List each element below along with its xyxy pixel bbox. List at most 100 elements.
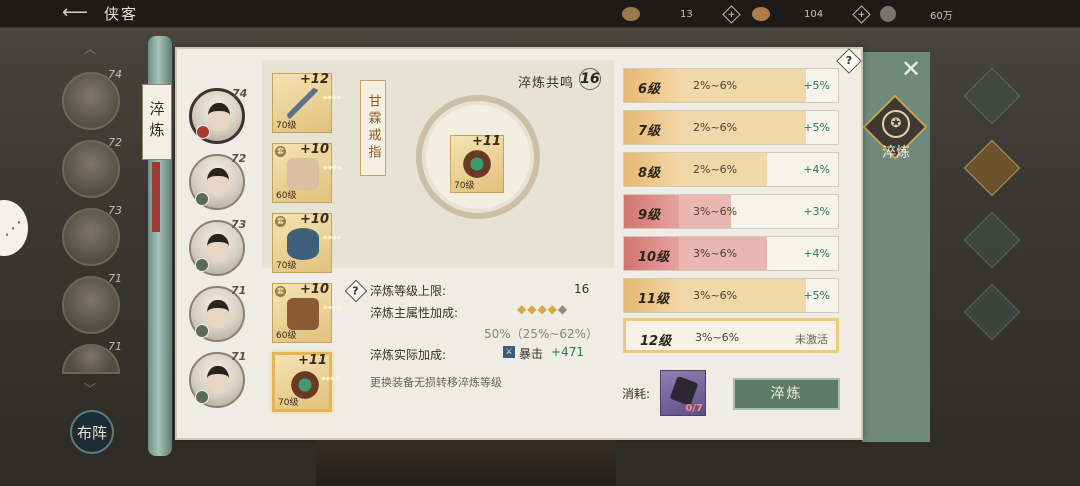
level-bonus: +4% [803, 163, 830, 176]
hero-badge [195, 324, 209, 338]
forge-button[interactable]: 淬炼 [733, 378, 840, 410]
equipment-slot-weapon[interactable]: +12 ◆◆◆◆ 70级 [272, 72, 341, 133]
equipment-slot-belt[interactable]: 套 +10 ◆◆◆◆ 70级 [272, 212, 341, 273]
top-bar: ⟵ 侠客 13 + 104 + 60万 [0, 0, 1080, 28]
roster-hero[interactable]: 74 [62, 68, 122, 130]
level-bonus: 未激活 [795, 333, 828, 346]
level-range: 3%~6% [693, 205, 738, 218]
cost-label: 消耗: [622, 387, 651, 401]
leaf-icon [622, 7, 640, 21]
hero-avatar[interactable]: 71 [189, 350, 246, 408]
hero-avatar[interactable]: 72 [189, 152, 246, 210]
level-range: 2%~6% [693, 163, 738, 176]
background-character [316, 440, 616, 486]
level-name: 6级 [638, 82, 661, 97]
crit-icon: ⚔ [503, 346, 515, 358]
ore-icon [669, 375, 699, 407]
roster-hero[interactable]: 73 [62, 204, 122, 266]
level-bonus: +3% [803, 205, 830, 218]
add-hat-button[interactable]: + [852, 4, 871, 24]
add-leaf-button[interactable]: + [722, 4, 741, 24]
level-name: 12级 [640, 334, 672, 349]
roster-hero[interactable]: 71 [62, 340, 122, 374]
chevron-down-icon[interactable]: ﹀ [84, 380, 96, 397]
level-name: 11级 [638, 292, 670, 307]
level-range: 3%~6% [695, 331, 740, 344]
max-level-value: 16 [574, 282, 590, 296]
item-name: 甘霖戒指 [360, 80, 386, 176]
belt-icon [287, 228, 319, 260]
hero-roster: ︿ 74 72 73 71 71 ﹀ [58, 40, 128, 440]
level-range: 3%~6% [693, 247, 738, 260]
right-tab-column [960, 67, 1021, 390]
roster-hero[interactable]: 72 [62, 136, 122, 198]
forge-level-row: 8级 2%~6% +4% [623, 152, 839, 187]
hero-face [207, 168, 229, 196]
quality-stars: ◆◆◆◆ [323, 164, 341, 171]
level-name: 10级 [638, 250, 670, 265]
hero-avatar[interactable]: 74 [189, 87, 247, 144]
max-level-label: 淬炼等级上限: [370, 284, 447, 298]
main-bonus-label: 淬炼主属性加成: [370, 306, 459, 320]
main-bonus-value: 50%（25%~62%） [484, 327, 599, 341]
forge-level-row: 12级 3%~6% 未激活 [623, 318, 839, 353]
roster-hero[interactable]: 71 [62, 272, 122, 334]
selected-item: +11 70级 [450, 134, 504, 193]
crit-label: 暴击 [519, 347, 544, 361]
equipment-slot-armor[interactable]: 套 +10 ◆◆◆◆ 60级 [272, 142, 341, 203]
quality-stars: ◆◆◆◆ [323, 94, 341, 101]
level-range: 3%~6% [693, 289, 738, 302]
crit-value: +471 [551, 345, 584, 359]
quality-stars: ◆◆◆◆ [323, 234, 341, 241]
hero-badge [195, 192, 209, 206]
chevron-up-icon[interactable]: ︿ [84, 40, 96, 57]
hero-badge [195, 390, 209, 404]
tab-equipment[interactable] [963, 139, 1021, 197]
forge-level-row: 7级 2%~6% +5% [623, 110, 839, 145]
equipment-slot-boots[interactable]: 套 +10 ◆◆◆◆ 60级 [272, 282, 341, 343]
forge-material[interactable]: 0/7 [660, 370, 706, 416]
resource-hat: 104 + [752, 4, 871, 24]
transfer-note: 更换装备无损转移淬炼等级 [370, 376, 502, 389]
hero-face [207, 234, 229, 262]
hero-avatar[interactable]: 71 [189, 284, 246, 342]
forge-level-row: 11级 3%~6% +5% [623, 278, 839, 313]
resource-coin: 60万 [880, 5, 953, 23]
equipment-slot-ring[interactable]: +11 ◆◆◆◆ 70级 [272, 352, 340, 412]
hero-badge [195, 258, 209, 272]
forge-level-row: 9级 3%~6% +3% [623, 194, 839, 229]
back-arrow-icon[interactable]: ⟵ [62, 3, 94, 23]
quality-stars: ◆◆◆◆ [321, 375, 340, 382]
level-name: 9级 [638, 208, 661, 223]
level-name: 8级 [638, 166, 661, 181]
assistant-icon: ⋰ [4, 218, 22, 239]
resonance-value[interactable]: 16 [579, 68, 601, 90]
level-bonus: +5% [803, 289, 830, 302]
level-name: 7级 [638, 124, 661, 139]
forge-level-row: 10级 3%~6% +4% [623, 236, 839, 271]
level-bonus: +4% [803, 247, 830, 260]
actual-bonus-label: 淬炼实际加成: [370, 348, 447, 362]
tab-martial[interactable] [963, 211, 1021, 269]
level-bonus: +5% [803, 79, 830, 92]
scroll-ribbon [152, 162, 160, 232]
close-icon[interactable]: ✕ [898, 56, 924, 82]
tab-skill[interactable] [963, 67, 1021, 125]
forge-level-row: 6级 2%~6% +5% [623, 68, 839, 103]
coin-icon [880, 6, 896, 22]
level-range: 2%~6% [693, 79, 738, 92]
level-bonus: +5% [803, 121, 830, 134]
robe-icon [287, 158, 319, 190]
resource-leaf: 13 + [622, 4, 741, 24]
page-title: 侠客 [104, 5, 139, 23]
hero-face [207, 366, 229, 394]
hero-avatar[interactable]: 73 [189, 218, 246, 276]
bonus-stars: ◆◆◆◆◆ [517, 302, 569, 316]
ring-icon [461, 148, 493, 180]
tab-meridian[interactable] [963, 283, 1021, 341]
hat-icon [752, 7, 770, 21]
formation-button[interactable]: 布阵 [70, 410, 114, 454]
resonance-label: 淬炼共鸣 [518, 76, 575, 91]
scroll-tag: 淬炼 [142, 84, 172, 160]
forge-icon: ✪ [882, 110, 910, 138]
